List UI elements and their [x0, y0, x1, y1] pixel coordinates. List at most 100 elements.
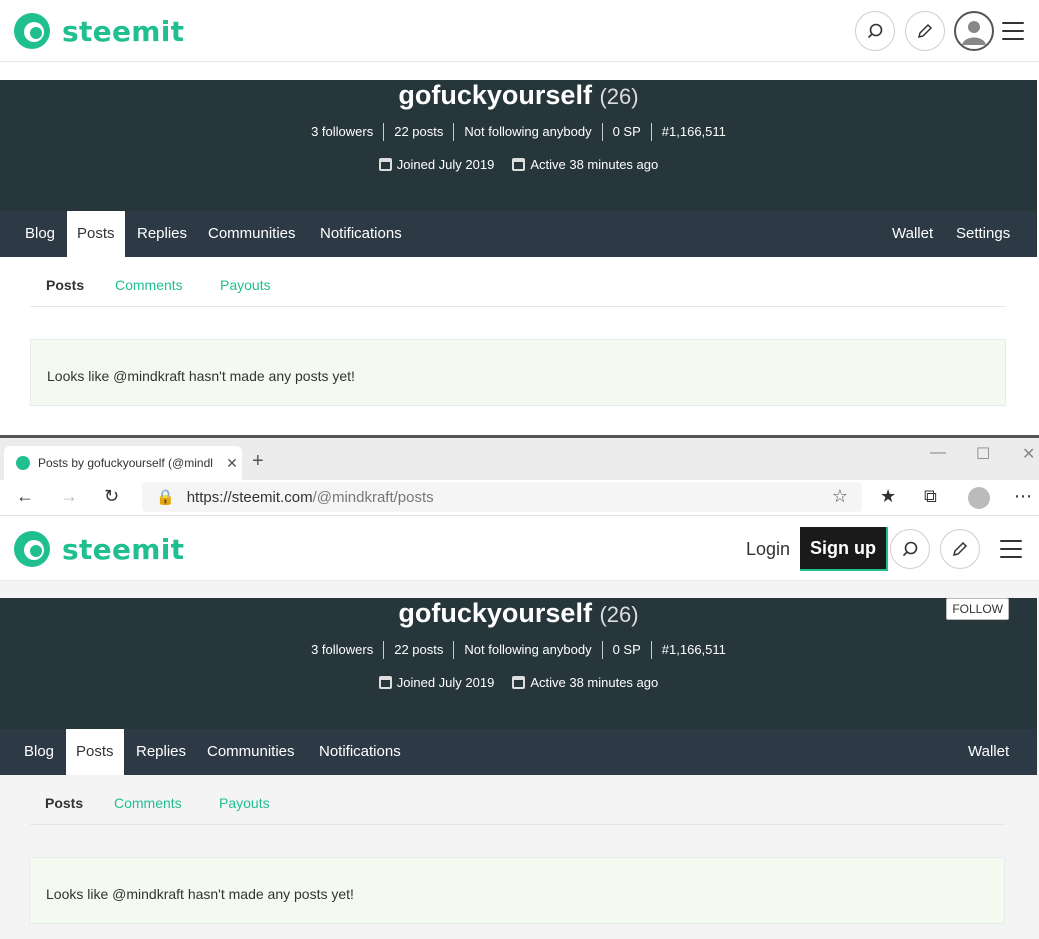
- profile-stats: 3 followers 22 posts Not following anybo…: [0, 641, 1037, 659]
- hamburger-line: [1000, 556, 1022, 558]
- profile-stats: 3 followers 22 posts Not following anybo…: [0, 123, 1037, 141]
- minimize-button[interactable]: —: [930, 444, 946, 462]
- favorites-list-icon[interactable]: ★: [880, 486, 896, 507]
- subtab-payouts[interactable]: Payouts: [220, 257, 271, 313]
- new-tab-button[interactable]: +: [252, 450, 264, 473]
- browser-toolbar: ← → ↻ 🔒 https://steemit.com/@mindkraft/p…: [0, 480, 1039, 516]
- followers-count[interactable]: 3 followers: [301, 641, 383, 659]
- refresh-icon[interactable]: ↻: [104, 486, 119, 507]
- rank: #1,166,511: [650, 641, 736, 659]
- reputation-score: (26): [599, 602, 639, 627]
- tab-communities[interactable]: Communities: [197, 729, 305, 775]
- pencil-icon: [952, 541, 968, 557]
- profile-nav: Blog Posts Replies Communities Notificat…: [0, 211, 1037, 257]
- hamburger-menu[interactable]: [1002, 22, 1024, 40]
- posts-count[interactable]: 22 posts: [383, 641, 453, 659]
- compose-button[interactable]: [905, 11, 945, 51]
- search-icon: [902, 541, 918, 557]
- profile-name: gofuckyourself: [398, 80, 592, 110]
- hamburger-line: [1000, 540, 1022, 542]
- steem-power: 0 SP: [601, 123, 651, 141]
- tab-replies[interactable]: Replies: [126, 729, 196, 775]
- address-bar[interactable]: 🔒 https://steemit.com/@mindkraft/posts ☆: [142, 482, 862, 512]
- subtab-posts[interactable]: Posts: [45, 775, 83, 831]
- profile-name-line: gofuckyourself (26): [0, 80, 1037, 111]
- steemit-logo-icon: [14, 13, 50, 49]
- logo-text: steemit: [62, 532, 185, 566]
- steemit-logo[interactable]: steemit: [12, 11, 184, 51]
- joined-text: Joined July 2019: [396, 157, 495, 172]
- follow-button[interactable]: FOLLOW: [946, 598, 1009, 620]
- profile-nav: Blog Posts Replies Communities Notificat…: [0, 729, 1037, 775]
- subtab-comments[interactable]: Comments: [115, 257, 183, 313]
- tab-blog[interactable]: Blog: [15, 211, 65, 257]
- active-text: Active 38 minutes ago: [530, 675, 659, 690]
- steemit-logo[interactable]: steemit: [12, 529, 184, 569]
- bottom-header: steemit Login Sign up: [0, 517, 1039, 581]
- search-icon: [867, 23, 883, 39]
- profile-dates: Joined July 2019 Active 38 minutes ago: [0, 675, 1037, 690]
- calendar-icon: [512, 676, 526, 689]
- search-button[interactable]: [855, 11, 895, 51]
- empty-posts-notice: Looks like @mindkraft hasn't made any po…: [29, 857, 1005, 924]
- tab-wallet[interactable]: Wallet: [882, 211, 943, 257]
- maximize-button[interactable]: ☐: [976, 444, 990, 464]
- tab-replies[interactable]: Replies: [127, 211, 197, 257]
- active-date: Active 38 minutes ago: [512, 157, 658, 172]
- hamburger-line: [1002, 22, 1024, 24]
- following-count[interactable]: Not following anybody: [453, 123, 601, 141]
- tab-title: Posts by gofuckyourself (@mindl: [38, 456, 213, 470]
- tab-posts[interactable]: Posts: [66, 729, 124, 775]
- active-text: Active 38 minutes ago: [530, 157, 659, 172]
- user-avatar[interactable]: [954, 11, 994, 51]
- posts-count[interactable]: 22 posts: [383, 123, 453, 141]
- signup-button[interactable]: Sign up: [800, 527, 888, 571]
- followers-count[interactable]: 3 followers: [301, 123, 383, 141]
- reputation-score: (26): [599, 84, 639, 109]
- steem-power: 0 SP: [601, 641, 651, 659]
- steemit-favicon-icon: [16, 456, 30, 470]
- tab-communities[interactable]: Communities: [198, 211, 306, 257]
- more-options-icon[interactable]: ⋯: [1014, 486, 1032, 507]
- profile-header: gofuckyourself (26) FOLLOW 3 followers 2…: [0, 598, 1037, 729]
- tab-blog[interactable]: Blog: [14, 729, 64, 775]
- subtab-posts[interactable]: Posts: [46, 257, 84, 313]
- rank: #1,166,511: [650, 123, 736, 141]
- url-path: /@mindkraft/posts: [312, 488, 434, 506]
- active-date: Active 38 minutes ago: [512, 675, 658, 690]
- subtab-comments[interactable]: Comments: [114, 775, 182, 831]
- top-header: steemit: [0, 0, 1039, 62]
- hamburger-menu[interactable]: [1000, 540, 1022, 558]
- tab-notifications[interactable]: Notifications: [310, 211, 412, 257]
- tab-notifications[interactable]: Notifications: [309, 729, 411, 775]
- pencil-icon: [917, 23, 933, 39]
- search-button[interactable]: [890, 529, 930, 569]
- tab-wallet[interactable]: Wallet: [958, 729, 1019, 775]
- profile-name: gofuckyourself: [398, 598, 592, 628]
- back-arrow-icon[interactable]: ←: [16, 486, 34, 507]
- following-count[interactable]: Not following anybody: [453, 641, 601, 659]
- sub-tabs: Posts Comments Payouts: [30, 775, 1006, 825]
- tab-posts[interactable]: Posts: [67, 211, 125, 257]
- joined-date: Joined July 2019: [378, 157, 495, 172]
- calendar-icon: [512, 158, 526, 171]
- profile-header: gofuckyourself (26) 3 followers 22 posts…: [0, 80, 1037, 211]
- browser-profile-icon[interactable]: [968, 487, 990, 509]
- login-link[interactable]: Login: [746, 539, 790, 560]
- collections-icon[interactable]: ⧉: [924, 486, 937, 507]
- forward-arrow-icon[interactable]: →: [60, 486, 78, 507]
- hamburger-line: [1000, 548, 1022, 550]
- compose-button[interactable]: [940, 529, 980, 569]
- browser-tab[interactable]: Posts by gofuckyourself (@mindl ✕: [4, 446, 242, 480]
- favorite-star-icon[interactable]: ☆: [832, 486, 848, 507]
- url-host: https://steemit.com: [186, 488, 313, 506]
- close-tab-icon[interactable]: ✕: [222, 455, 242, 472]
- profile-name-line: gofuckyourself (26): [0, 598, 1037, 629]
- hamburger-line: [1002, 38, 1024, 40]
- logo-text: steemit: [62, 14, 185, 48]
- subtab-payouts[interactable]: Payouts: [219, 775, 270, 831]
- calendar-icon: [378, 158, 392, 171]
- tab-settings[interactable]: Settings: [946, 211, 1020, 257]
- empty-posts-notice: Looks like @mindkraft hasn't made any po…: [30, 339, 1006, 406]
- close-window-button[interactable]: ✕: [1022, 444, 1035, 464]
